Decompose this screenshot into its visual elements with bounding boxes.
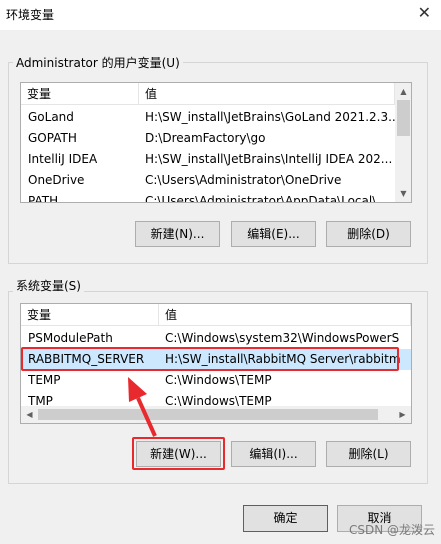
scroll-up-icon[interactable]: ▲ [395,83,411,100]
system-vars-header: 变量 值 [21,304,411,326]
scroll-thumb[interactable] [397,100,410,136]
window-title: 环境变量 [6,8,55,22]
system-delete-button[interactable]: 删除(L) [326,441,411,467]
system-edit-button[interactable]: 编辑(I)... [231,441,316,467]
list-item[interactable]: PATH C:\Users\Administrator\AppData\Loca… [21,191,395,202]
user-vars-legend: Administrator 的用户变量(U) [13,54,183,71]
user-delete-button[interactable]: 删除(D) [326,221,411,247]
user-vars-header: 变量 值 [21,83,395,105]
user-vars-vscrollbar[interactable]: ▲ ▼ [395,83,411,202]
scroll-thumb[interactable] [38,409,378,420]
column-header-value[interactable]: 值 [159,304,411,326]
column-header-variable[interactable]: 变量 [21,304,159,326]
list-item[interactable]: TEMP C:\Windows\TEMP [21,370,411,391]
title-bar: 环境变量 ✕ [0,0,441,30]
ok-button[interactable]: 确定 [243,505,328,532]
user-new-button[interactable]: 新建(N)... [135,221,220,247]
highlight-new-button [132,437,225,470]
user-vars-list[interactable]: 变量 值 GoLand H:\SW_install\JetBrains\GoLa… [20,82,412,203]
scroll-right-icon[interactable]: ▶ [394,406,411,423]
system-vars-hscrollbar[interactable]: ◀ ▶ [21,406,411,423]
scroll-down-icon[interactable]: ▼ [395,185,411,202]
column-header-variable[interactable]: 变量 [21,83,139,105]
list-item[interactable]: GOPATH D:\DreamFactory\go [21,128,395,149]
list-item[interactable]: IntelliJ IDEA H:\SW_install\JetBrains\In… [21,149,395,170]
list-item[interactable]: PSModulePath C:\Windows\system32\Windows… [21,328,411,349]
system-vars-legend: 系统变量(S) [13,277,84,294]
user-edit-button[interactable]: 编辑(E)... [231,221,316,247]
list-item[interactable]: OneDrive C:\Users\Administrator\OneDrive [21,170,395,191]
close-icon[interactable]: ✕ [418,3,431,22]
scroll-left-icon[interactable]: ◀ [21,406,38,423]
highlight-selected-row [21,347,399,371]
watermark: CSDN @龙泼云 [348,523,435,537]
list-item[interactable]: GoLand H:\SW_install\JetBrains\GoLand 20… [21,107,395,128]
column-header-value[interactable]: 值 [139,83,395,105]
